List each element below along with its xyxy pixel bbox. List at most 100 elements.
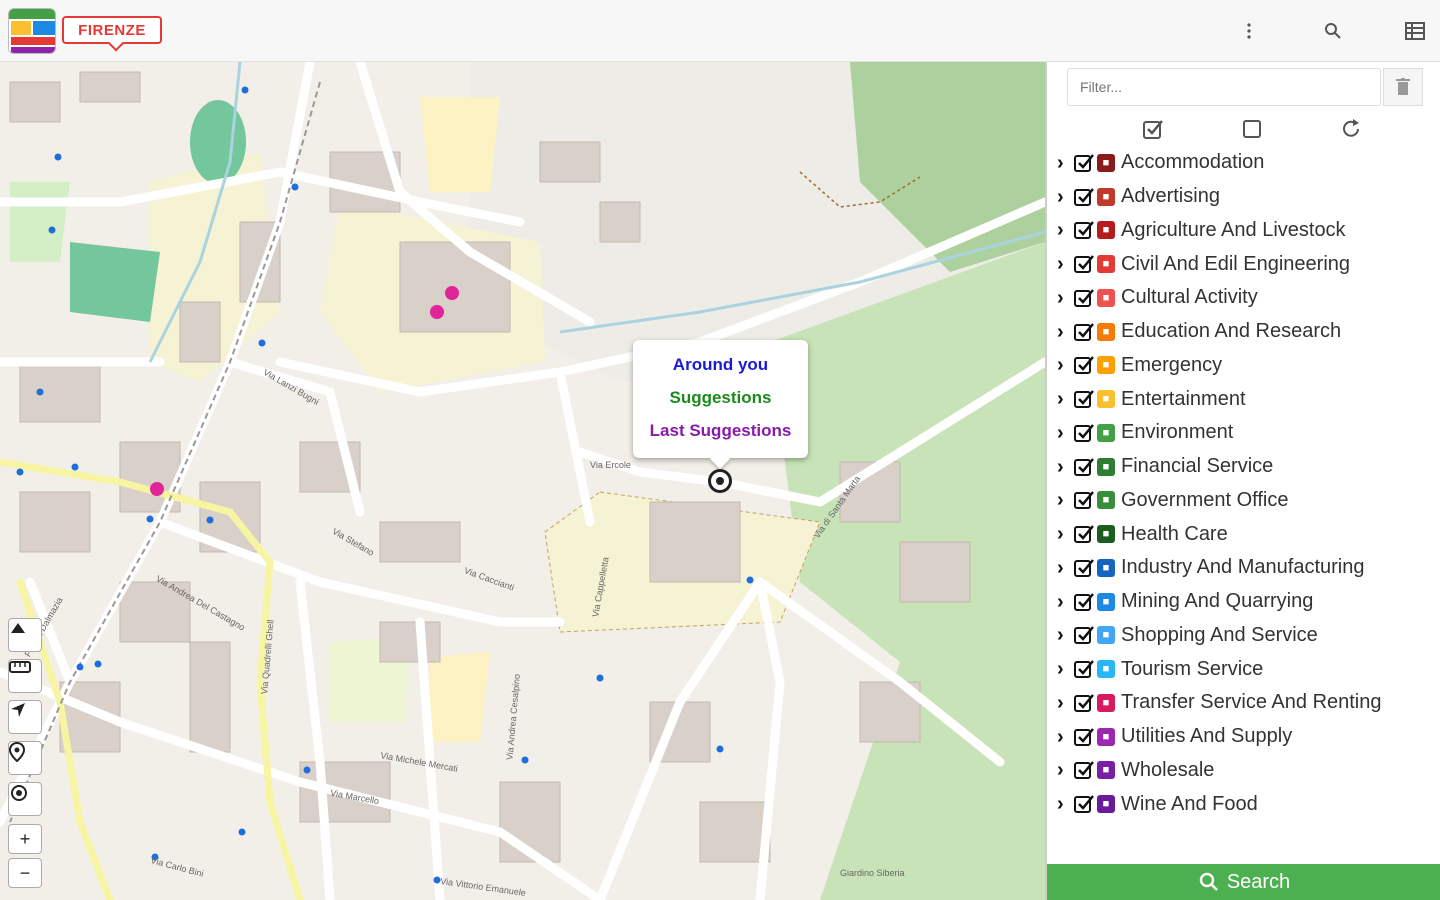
checkbox-checked-icon[interactable]: [1073, 253, 1095, 275]
category-item[interactable]: › ■ Agriculture And Livestock: [1057, 214, 1437, 248]
category-label: Cultural Activity: [1121, 286, 1258, 309]
checkbox-checked-icon[interactable]: [1073, 456, 1095, 478]
expand-arrow-icon[interactable]: ›: [1057, 355, 1073, 375]
category-label: Wine And Food: [1121, 792, 1258, 815]
checkbox-checked-icon[interactable]: [1073, 152, 1095, 174]
ruler-icon[interactable]: [8, 659, 42, 693]
trash-icon[interactable]: [1383, 68, 1423, 106]
category-item[interactable]: › ■ Transfer Service And Renting: [1057, 686, 1437, 720]
checkbox-checked-icon[interactable]: [1073, 388, 1095, 410]
checkbox-checked-icon[interactable]: [1073, 321, 1095, 343]
expand-arrow-icon[interactable]: ›: [1057, 389, 1073, 409]
search-icon[interactable]: [1320, 18, 1346, 44]
category-item[interactable]: › ■ Advertising: [1057, 180, 1437, 214]
checkbox-checked-icon[interactable]: [1073, 523, 1095, 545]
category-label: Industry And Manufacturing: [1121, 556, 1365, 579]
map-view[interactable]: Via Ercole Via Stefano Via Cappelletta V…: [0, 62, 1045, 900]
category-panel: › ■ Accommodation › ■ Advertising › ■ Agricultur…: [1045, 62, 1440, 900]
zoom-in-icon[interactable]: +: [8, 824, 42, 854]
app-logo[interactable]: [8, 8, 56, 54]
expand-arrow-icon[interactable]: ›: [1057, 625, 1073, 645]
category-label: Wholesale: [1121, 758, 1215, 781]
expand-arrow-icon[interactable]: ›: [1057, 760, 1073, 780]
pin-icon[interactable]: [8, 741, 42, 775]
checkbox-checked-icon[interactable]: [1073, 287, 1095, 309]
expand-arrow-icon[interactable]: ›: [1057, 153, 1073, 173]
checkbox-checked-icon[interactable]: [1073, 759, 1095, 781]
checkbox-checked-icon[interactable]: [1073, 658, 1095, 680]
expand-arrow-icon[interactable]: ›: [1057, 423, 1073, 443]
locate-icon[interactable]: [8, 782, 42, 816]
category-item[interactable]: › ■ Shopping And Service: [1057, 619, 1437, 653]
category-item[interactable]: › ■ Accommodation: [1057, 146, 1437, 180]
expand-arrow-icon[interactable]: ›: [1057, 592, 1073, 612]
category-item[interactable]: › ■ Education And Research: [1057, 315, 1437, 349]
checkbox-checked-icon[interactable]: [1073, 557, 1095, 579]
current-location-marker[interactable]: [708, 469, 732, 493]
checkbox-checked-icon[interactable]: [1073, 354, 1095, 376]
category-icon: ■: [1097, 187, 1115, 206]
checkbox-checked-icon[interactable]: [1073, 624, 1095, 646]
category-item[interactable]: › ■ Utilities And Supply: [1057, 720, 1437, 754]
category-item[interactable]: › ■ Government Office: [1057, 484, 1437, 518]
checkbox-checked-icon[interactable]: [1073, 186, 1095, 208]
expand-arrow-icon[interactable]: ›: [1057, 558, 1073, 578]
expand-arrow-icon[interactable]: ›: [1057, 727, 1073, 747]
category-icon: ■: [1097, 288, 1115, 307]
expand-arrow-icon[interactable]: ›: [1057, 187, 1073, 207]
filter-input[interactable]: [1067, 68, 1381, 106]
checkbox-checked-icon[interactable]: [1073, 726, 1095, 748]
more-vert-icon[interactable]: [1236, 18, 1262, 44]
expand-arrow-icon[interactable]: ›: [1057, 288, 1073, 308]
expand-arrow-icon[interactable]: ›: [1057, 322, 1073, 342]
suggestions-link[interactable]: Suggestions: [633, 387, 808, 420]
category-item[interactable]: › ■ Industry And Manufacturing: [1057, 551, 1437, 585]
around-you-link[interactable]: Around you: [633, 354, 808, 387]
category-item[interactable]: › ■ Financial Service: [1057, 450, 1437, 484]
checkbox-checked-icon[interactable]: [1073, 591, 1095, 613]
category-item[interactable]: › ■ Entertainment: [1057, 382, 1437, 416]
street-label: Via Ercole: [590, 460, 631, 470]
expand-arrow-icon[interactable]: ›: [1057, 659, 1073, 679]
last-suggestions-link[interactable]: Last Suggestions: [633, 420, 808, 453]
expand-arrow-icon[interactable]: ›: [1057, 254, 1073, 274]
zoom-out-icon[interactable]: −: [8, 858, 42, 888]
checkbox-checked-icon[interactable]: [1073, 219, 1095, 241]
search-button-label: Search: [1226, 870, 1291, 893]
category-item[interactable]: › ■ Environment: [1057, 416, 1437, 450]
category-label: Shopping And Service: [1121, 623, 1318, 646]
list-view-icon[interactable]: [1402, 18, 1428, 44]
checkbox-checked-icon[interactable]: [1073, 422, 1095, 444]
category-icon: ■: [1097, 795, 1115, 814]
category-label: Entertainment: [1121, 387, 1246, 410]
category-icon: ■: [1097, 727, 1115, 746]
category-icon: ■: [1097, 390, 1115, 409]
check-all-icon[interactable]: [1140, 116, 1166, 142]
checkbox-checked-icon[interactable]: [1073, 692, 1095, 714]
expand-arrow-icon[interactable]: ›: [1057, 220, 1073, 240]
category-item[interactable]: › ■ Wholesale: [1057, 754, 1437, 788]
category-item[interactable]: › ■ Civil And Edil Engineering: [1057, 247, 1437, 281]
expand-arrow-icon[interactable]: ›: [1057, 693, 1073, 713]
expand-arrow-icon[interactable]: ›: [1057, 524, 1073, 544]
search-button[interactable]: Search: [1047, 864, 1440, 900]
category-label: Environment: [1121, 421, 1234, 444]
category-item[interactable]: › ■ Wine And Food: [1057, 787, 1437, 821]
category-icon: ■: [1097, 255, 1115, 274]
checkbox-checked-icon[interactable]: [1073, 489, 1095, 511]
category-label: Agriculture And Livestock: [1121, 218, 1346, 241]
uncheck-all-icon[interactable]: [1239, 116, 1265, 142]
expand-arrow-icon[interactable]: ›: [1057, 490, 1073, 510]
expand-arrow-icon[interactable]: ›: [1057, 794, 1073, 814]
category-item[interactable]: › ■ Tourism Service: [1057, 652, 1437, 686]
city-badge[interactable]: FIRENZE: [62, 16, 162, 44]
category-item[interactable]: › ■ Mining And Quarrying: [1057, 585, 1437, 619]
refresh-icon[interactable]: [1338, 116, 1364, 142]
category-item[interactable]: › ■ Cultural Activity: [1057, 281, 1437, 315]
category-item[interactable]: › ■ Emergency: [1057, 349, 1437, 383]
navigate-icon[interactable]: [8, 700, 42, 734]
checkbox-checked-icon[interactable]: [1073, 793, 1095, 815]
layers-icon[interactable]: [8, 618, 42, 652]
category-item[interactable]: › ■ Health Care: [1057, 517, 1437, 551]
expand-arrow-icon[interactable]: ›: [1057, 457, 1073, 477]
